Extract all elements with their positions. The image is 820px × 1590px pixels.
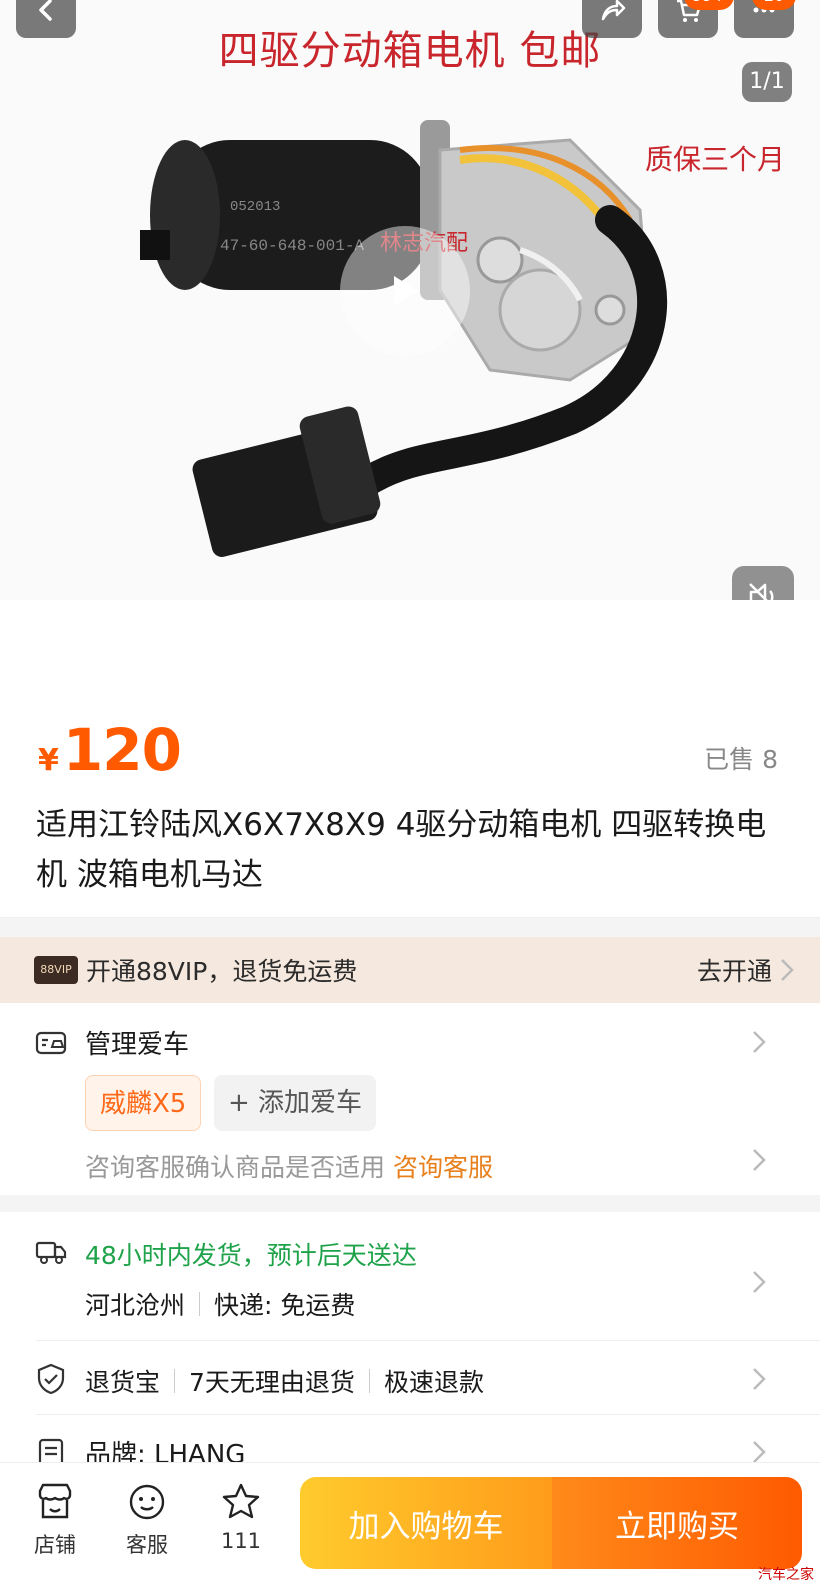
chevron-right-icon: [752, 1270, 766, 1294]
fit-hint: 咨询客服确认商品是否适用 咨询客服: [85, 1148, 493, 1184]
ship-origin: 河北沧州: [85, 1291, 186, 1320]
add-car-button[interactable]: + 添加爱车: [214, 1075, 377, 1131]
divider: [36, 1340, 820, 1341]
shop-label: 店铺: [34, 1533, 76, 1557]
separator: [199, 1292, 201, 1316]
return-policy[interactable]: 退货宝 7天无理由退货 极速退款: [85, 1363, 484, 1399]
product-page: 四驱分动箱电机 包邮 质保三个月 052013 47-60-648-001-A: [0, 0, 820, 1590]
vip-banner[interactable]: 88VIP 开通88VIP，退货免运费 去开通: [0, 937, 820, 1003]
price: ¥ 120: [38, 716, 182, 784]
price-value: 120: [62, 716, 182, 784]
part-number: 47-60-648-001-A: [220, 237, 364, 255]
favorite-button[interactable]: 111: [206, 1481, 276, 1553]
delivery-promise: 48小时内发货，预计后天送达: [85, 1241, 417, 1270]
seven-day-return: 7天无理由退货: [189, 1368, 355, 1397]
chevron-right-icon: [752, 1440, 766, 1464]
vip-logo: 88VIP: [34, 956, 78, 984]
fit-hint-text: 咨询客服确认商品是否适用: [85, 1153, 386, 1182]
play-icon: [394, 276, 418, 306]
shop-button[interactable]: 店铺: [20, 1481, 90, 1559]
return-insurance: 退货宝: [85, 1368, 161, 1397]
chevron-right-icon: [780, 958, 794, 982]
favorite-count: 111: [220, 1529, 262, 1553]
fast-refund: 极速退款: [383, 1368, 484, 1397]
car-chip-selected[interactable]: 威麟X5: [85, 1075, 202, 1131]
back-button[interactable]: [16, 0, 76, 38]
speaker-muted-icon: [749, 583, 774, 600]
chevron-right-icon: [752, 1030, 766, 1054]
star-icon: [222, 1483, 260, 1519]
vip-activate-link[interactable]: 去开通: [697, 952, 772, 988]
share-icon: [601, 0, 626, 21]
product-title: 适用江铃陆风X6X7X8X9 4驱分动箱电机 四驱转换电机 波箱电机马达: [36, 807, 767, 893]
ship-express: 快递: 免运费: [214, 1291, 356, 1320]
image-counter: 1/1: [742, 62, 792, 102]
buy-now-button[interactable]: 立即购买: [552, 1477, 802, 1569]
cart-badge: 99+: [684, 0, 734, 10]
divider: [36, 1414, 820, 1415]
corner-watermark: 汽车之家: [758, 1567, 814, 1583]
car-license-icon: [34, 1026, 68, 1060]
product-gallery[interactable]: 四驱分动箱电机 包邮 质保三个月 052013 47-60-648-001-A: [0, 0, 820, 600]
service-label: 客服: [126, 1533, 168, 1557]
service-face-icon: [129, 1484, 165, 1520]
chevron-right-icon: [752, 1148, 766, 1172]
part-code: 052013: [230, 199, 280, 215]
shop-icon: [38, 1483, 72, 1519]
customer-service-button[interactable]: 客服: [112, 1481, 182, 1559]
separator: [174, 1369, 176, 1393]
manage-car-label[interactable]: 管理爱车: [85, 1024, 189, 1061]
play-video-button[interactable]: [340, 226, 470, 356]
sold-count: 已售 8: [704, 745, 778, 774]
vip-text: 开通88VIP，退货免运费: [86, 957, 358, 986]
truck-icon: [34, 1234, 68, 1268]
chevron-right-icon: [752, 1367, 766, 1391]
consult-service-link[interactable]: 咨询客服: [393, 1153, 493, 1182]
shipping-meta: 河北沧州 快递: 免运费: [85, 1286, 355, 1322]
currency-symbol: ¥: [38, 743, 59, 778]
shield-icon: [34, 1362, 68, 1396]
share-button[interactable]: [582, 0, 642, 38]
mute-button[interactable]: [732, 566, 794, 600]
add-to-cart-button[interactable]: 加入购物车: [300, 1477, 552, 1569]
back-arrow-icon: [39, 0, 52, 21]
separator: [368, 1369, 370, 1393]
